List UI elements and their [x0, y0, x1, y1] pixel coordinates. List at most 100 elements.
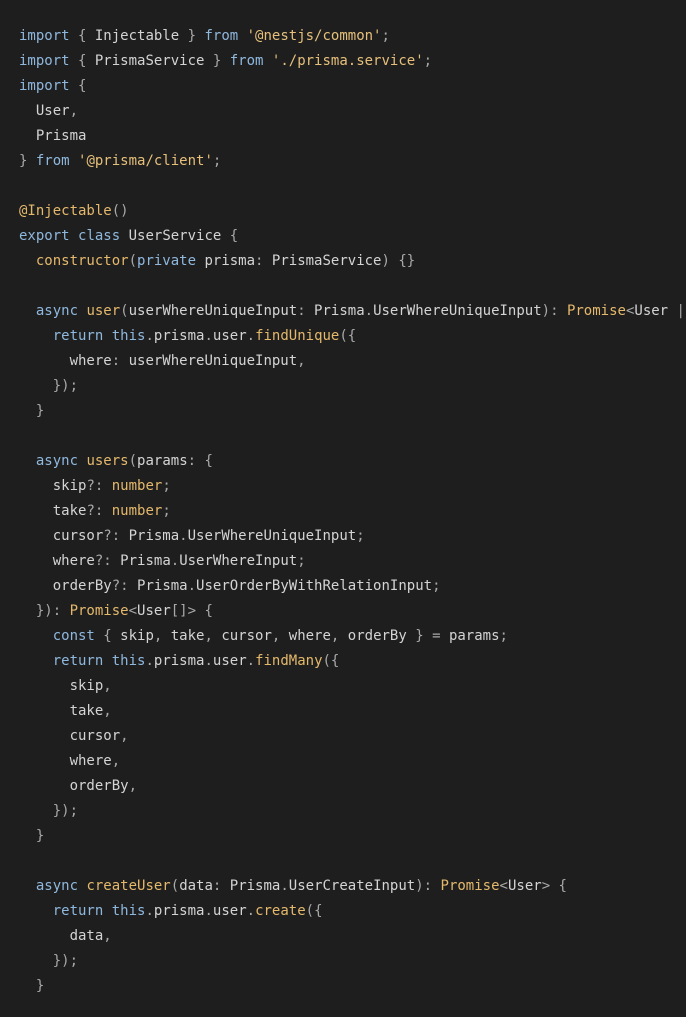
- code-editor[interactable]: import { Injectable } from '@nestjs/comm…: [0, 0, 686, 1017]
- code-line[interactable]: export class UserService {: [19, 224, 686, 249]
- code-token: UserService: [128, 228, 222, 244]
- code-token: ):: [541, 303, 567, 319]
- code-line[interactable]: } from '@prisma/client';: [19, 149, 686, 174]
- code-line[interactable]: }): Promise<User[]> {: [19, 599, 686, 624]
- code-token: (: [120, 303, 129, 319]
- code-line[interactable]: }: [19, 824, 686, 849]
- code-content[interactable]: import { Injectable } from '@nestjs/comm…: [19, 24, 686, 999]
- code-line[interactable]: async users(params: {: [19, 449, 686, 474]
- code-line[interactable]: async createUser(data: Prisma.UserCreate…: [19, 874, 686, 899]
- code-line[interactable]: constructor(private prisma: PrismaServic…: [19, 249, 686, 274]
- code-token: .: [364, 303, 374, 319]
- code-token: ;: [162, 503, 171, 519]
- code-line[interactable]: where,: [19, 749, 686, 774]
- code-token: take: [170, 628, 205, 644]
- code-line[interactable]: import {: [19, 74, 686, 99]
- code-line[interactable]: where?: Prisma.UserWhereInput;: [19, 549, 686, 574]
- code-line[interactable]: return this.prisma.user.findMany({: [19, 649, 686, 674]
- code-line[interactable]: ​: [19, 424, 686, 449]
- code-line[interactable]: Prisma: [19, 124, 686, 149]
- code-line[interactable]: }: [19, 399, 686, 424]
- code-line[interactable]: });: [19, 949, 686, 974]
- code-line[interactable]: }: [19, 974, 686, 999]
- code-line[interactable]: return this.prisma.user.findUnique({: [19, 324, 686, 349]
- code-line[interactable]: cursor,: [19, 724, 686, 749]
- code-token: ) {}: [381, 253, 416, 269]
- code-token: class: [78, 228, 121, 244]
- code-token: ;: [297, 553, 306, 569]
- code-line[interactable]: ​: [19, 174, 686, 199]
- code-line[interactable]: import { PrismaService } from './prisma.…: [19, 49, 686, 74]
- code-token: : {: [187, 453, 213, 469]
- code-line[interactable]: ​: [19, 849, 686, 874]
- code-token: orderBy: [69, 778, 129, 794]
- code-line[interactable]: @Injectable(): [19, 199, 686, 224]
- code-line[interactable]: return this.prisma.user.create({: [19, 899, 686, 924]
- code-token: user: [86, 303, 121, 319]
- code-line[interactable]: ​: [19, 274, 686, 299]
- code-token: .: [246, 653, 256, 669]
- code-line[interactable]: skip,: [19, 674, 686, 699]
- code-token: ?:: [86, 503, 112, 519]
- code-token: });: [19, 953, 79, 969]
- code-token: Prisma: [128, 528, 180, 544]
- code-line[interactable]: cursor?: Prisma.UserWhereUniqueInput;: [19, 524, 686, 549]
- code-token: findUnique: [255, 328, 340, 344]
- code-token: cursor: [221, 628, 272, 644]
- code-token: ,: [330, 628, 348, 644]
- code-token: UserWhereUniqueInput: [187, 528, 357, 544]
- code-line[interactable]: data,: [19, 924, 686, 949]
- code-line[interactable]: where: userWhereUniqueInput,: [19, 349, 686, 374]
- code-token: users: [86, 453, 129, 469]
- code-token: ,: [111, 753, 121, 769]
- code-token: this: [111, 903, 146, 919]
- code-token: data: [69, 928, 104, 944]
- code-line[interactable]: take,: [19, 699, 686, 724]
- code-token: } =: [406, 628, 449, 644]
- code-line[interactable]: User,: [19, 99, 686, 124]
- code-token: userWhereUniqueInput: [128, 353, 298, 369]
- code-token: ;: [381, 28, 390, 44]
- code-line[interactable]: take?: number;: [19, 499, 686, 524]
- code-token: :: [297, 303, 315, 319]
- code-token: {: [69, 78, 87, 94]
- code-token: {: [221, 228, 239, 244]
- code-line[interactable]: skip?: number;: [19, 474, 686, 499]
- code-token: ;: [356, 528, 365, 544]
- code-token: where: [69, 753, 112, 769]
- code-token: UserWhereUniqueInput: [373, 303, 542, 319]
- code-token: private: [137, 253, 197, 269]
- code-token: params: [137, 453, 188, 469]
- code-line[interactable]: });: [19, 799, 686, 824]
- code-line[interactable]: orderBy,: [19, 774, 686, 799]
- code-token: orderBy: [347, 628, 407, 644]
- code-token: Prisma: [120, 553, 171, 569]
- code-token: async: [35, 303, 79, 319]
- code-token: return: [52, 328, 104, 344]
- code-line[interactable]: orderBy?: Prisma.UserOrderByWithRelation…: [19, 574, 686, 599]
- code-token: import: [19, 28, 70, 44]
- code-line[interactable]: const { skip, take, cursor, where, order…: [19, 624, 686, 649]
- code-token: from: [35, 153, 70, 169]
- code-token: user: [212, 653, 247, 669]
- code-line[interactable]: async user(userWhereUniqueInput: Prisma.…: [19, 299, 686, 324]
- code-line[interactable]: import { Injectable } from '@nestjs/comm…: [19, 24, 686, 49]
- code-token: ;: [499, 628, 508, 644]
- code-token: async: [35, 878, 79, 894]
- code-token: Promise: [440, 878, 500, 894]
- code-line[interactable]: });: [19, 374, 686, 399]
